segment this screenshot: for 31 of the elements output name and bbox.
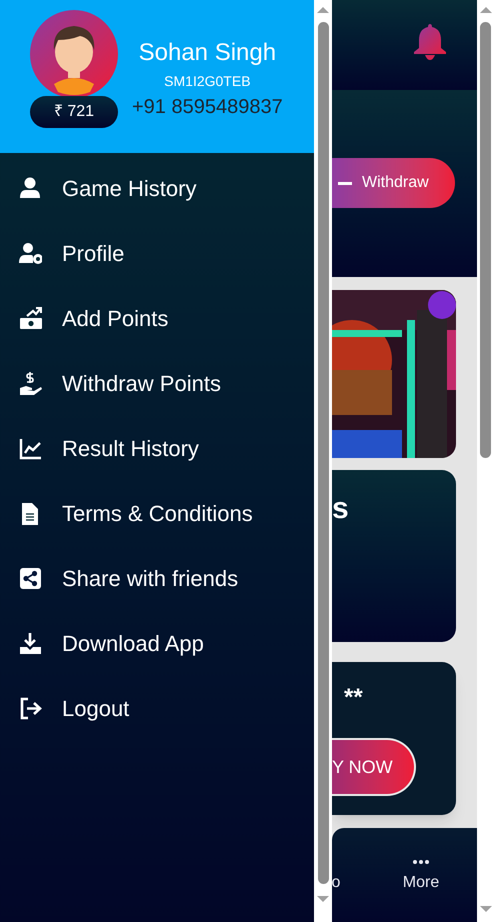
card-title: s: [332, 492, 349, 525]
menu-item[interactable]: Share with friends: [0, 546, 314, 611]
play-button[interactable]: Y NOW: [332, 738, 416, 796]
menu-item[interactable]: Result History: [0, 416, 314, 481]
line-chart-icon: [19, 437, 42, 460]
menu-item[interactable]: Profile: [0, 221, 314, 286]
nav-item[interactable]: More: [396, 860, 446, 892]
user-id: SM1I2G0TEB: [164, 72, 251, 91]
menu-item[interactable]: Terms & Conditions: [0, 481, 314, 546]
money-arrow-icon: [19, 307, 42, 330]
menu-item[interactable]: Download App: [0, 611, 314, 676]
user-gear-icon: [19, 242, 42, 265]
hand-dollar-icon: [19, 372, 42, 395]
share-icon: [19, 567, 42, 590]
menu-item[interactable]: Game History: [0, 156, 314, 221]
withdraw-button[interactable]: Withdraw: [332, 158, 455, 208]
download-icon: [19, 632, 42, 655]
user-name: Sohan Singh: [138, 38, 276, 68]
avatar-icon: [30, 10, 118, 98]
menu-item[interactable]: Add Points: [0, 286, 314, 351]
user-icon: [19, 177, 42, 200]
minus-icon: [338, 182, 352, 184]
menu-item[interactable]: Withdraw Points: [0, 351, 314, 416]
bell-icon[interactable]: [413, 24, 447, 60]
more-icon: [413, 860, 429, 864]
menu-item[interactable]: Logout: [0, 676, 314, 741]
logout-icon: [19, 697, 42, 720]
balance-badge: ₹ 721: [30, 96, 118, 128]
nav-item[interactable]: o: [332, 874, 346, 892]
phone-number: +91 8595489837: [132, 95, 283, 120]
card-text: **: [344, 684, 364, 712]
